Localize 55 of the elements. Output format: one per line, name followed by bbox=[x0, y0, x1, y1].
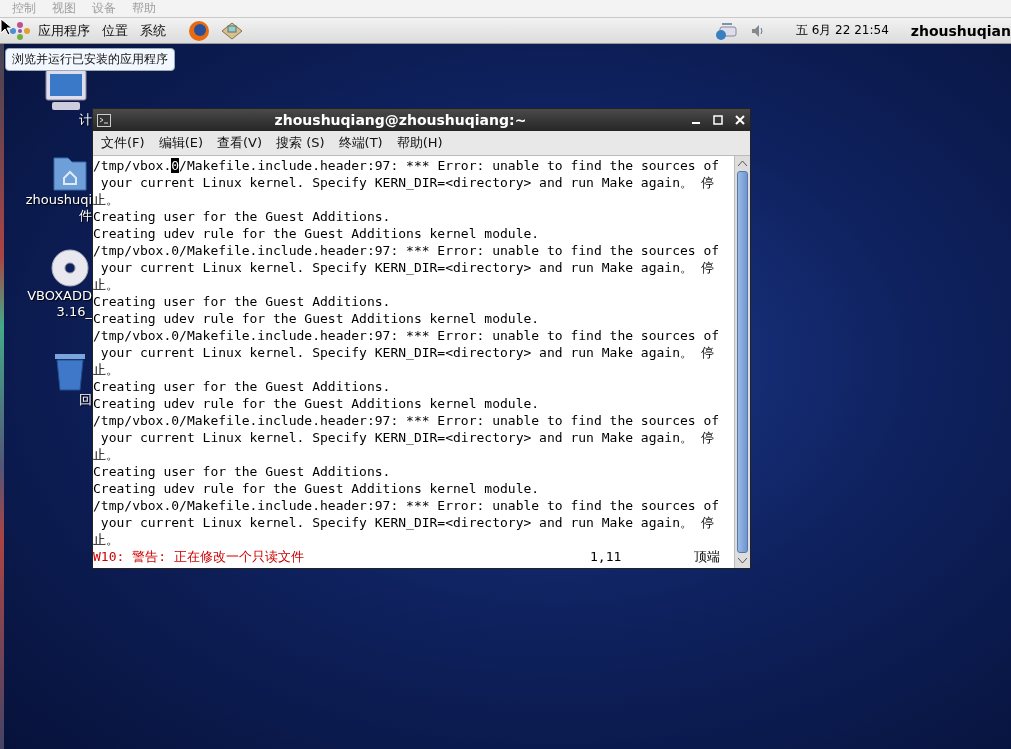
terminal-line: your current Linux kernel. Specify KERN_DIR=<directory> and run Make again。 停 bbox=[99, 174, 715, 191]
terminal-line: 止。 bbox=[93, 276, 120, 293]
clock[interactable]: 五 6月 22 21:54 bbox=[795, 22, 889, 39]
menu-item[interactable]: 搜索 (S) bbox=[276, 134, 325, 152]
window-title: zhoushuqiang@zhoushuqiang:~ bbox=[273, 112, 528, 128]
apps-icon[interactable] bbox=[8, 20, 32, 41]
tooltip: 浏览并运行已安装的应用程序 bbox=[5, 48, 175, 71]
icon-label: 计 bbox=[79, 112, 92, 128]
terminal-line: /tmp/vbox.0/Makefile.include.header:97: *** Error: unable to find the sources of bbox=[93, 242, 721, 259]
warning-message: W10: 警告: 正在修改一个只读文件 bbox=[93, 548, 305, 565]
icon-label: 件 bbox=[79, 208, 92, 224]
terminal-line: /tmp/vbox.0/Makefile.include.header:97: *** Error: unable to find the sources of bbox=[93, 497, 721, 514]
computer-icon[interactable] bbox=[42, 68, 90, 112]
terminal-line: 止。 bbox=[93, 361, 120, 378]
terminal-line: Creating user for the Guest Additions. bbox=[93, 208, 392, 225]
terminal-line: 止。 bbox=[93, 446, 120, 463]
terminal-icon bbox=[97, 113, 111, 127]
panel-menu[interactable]: 位置 bbox=[96, 21, 134, 40]
terminal-line: your current Linux kernel. Specify KERN_DIR=<directory> and run Make again。 停 bbox=[99, 429, 715, 446]
terminal-line: Creating udev rule for the Guest Additions kernel module. bbox=[93, 480, 541, 497]
maximize-icon[interactable] bbox=[712, 114, 724, 126]
terminal-line: Creating udev rule for the Guest Additions kernel module. bbox=[93, 310, 541, 327]
icon-label: 3.16_ bbox=[56, 304, 92, 320]
terminal-line: /tmp/vbox.0/Makefile.include.header:97: *** Error: unable to find the sources of bbox=[93, 327, 721, 344]
mail-icon[interactable] bbox=[220, 20, 244, 41]
icon-label: 回 bbox=[79, 392, 92, 408]
menu-item[interactable]: 查看(V) bbox=[217, 134, 263, 152]
browser-icon[interactable] bbox=[188, 19, 210, 42]
terminal-line: your current Linux kernel. Specify KERN_DIR=<directory> and run Make again。 停 bbox=[99, 259, 715, 276]
cursor-position: 1,11 bbox=[590, 548, 623, 565]
menu-item[interactable]: 终端(T) bbox=[338, 134, 383, 152]
panel-menu[interactable]: 应用程序 bbox=[32, 21, 96, 40]
terminal-line: your current Linux kernel. Specify KERN_DIR=<directory> and run Make again。 停 bbox=[99, 344, 715, 361]
terminal-line: Creating udev rule for the Guest Additions kernel module. bbox=[93, 225, 541, 242]
terminal-line: Creating udev rule for the Guest Additions kernel module. bbox=[93, 395, 541, 412]
scrollbar[interactable] bbox=[734, 156, 750, 568]
scroll-position: 顶端 bbox=[694, 548, 721, 565]
menu-item[interactable]: 文件(F) bbox=[101, 134, 145, 152]
network-icon[interactable] bbox=[713, 20, 738, 41]
terminal-line: /tmp/vbox.0/Makefile.include.header:97: *** Error: unable to find the sources of bbox=[93, 412, 721, 429]
terminal-line: /tmp/vbox.0/Makefile.include.header:97: *** Error: unable to find the sources of bbox=[93, 157, 721, 174]
terminal-line: Creating user for the Guest Additions. bbox=[93, 463, 392, 480]
menu-item[interactable]: 编辑(E) bbox=[158, 134, 203, 152]
icon-label: VBOXADD bbox=[27, 288, 92, 304]
terminal-line: Creating user for the Guest Additions. bbox=[93, 293, 392, 310]
terminal-line: 止。 bbox=[93, 531, 120, 548]
menu-item[interactable]: 帮助(H) bbox=[396, 134, 443, 152]
terminal-line: Creating user for the Guest Additions. bbox=[93, 378, 392, 395]
icon-label: zhoushuqi bbox=[25, 192, 92, 208]
panel-menu[interactable]: 系统 bbox=[134, 21, 172, 40]
terminal-line: 止。 bbox=[93, 191, 120, 208]
close-icon[interactable] bbox=[734, 114, 746, 126]
terminal-line: your current Linux kernel. Specify KERN_DIR=<directory> and run Make again。 停 bbox=[99, 514, 715, 531]
disc-icon[interactable] bbox=[50, 248, 90, 288]
user-name[interactable]: zhoushuqian bbox=[910, 22, 1011, 39]
